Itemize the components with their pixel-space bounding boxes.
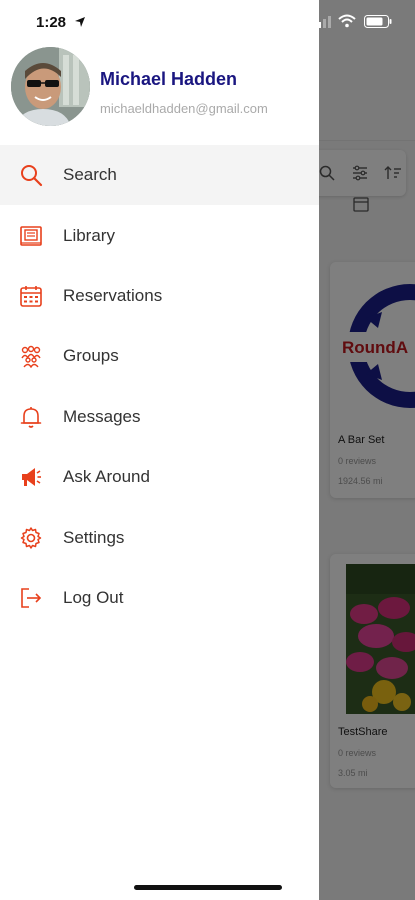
search-icon: [21, 165, 43, 187]
menu-label: Groups: [63, 346, 119, 366]
location-arrow-icon: [75, 17, 85, 27]
menu-item-messages[interactable]: Messages: [0, 387, 319, 447]
menu-item-groups[interactable]: Groups: [0, 326, 319, 386]
drawer-menu: Search Library Reservations Groups Messa…: [0, 145, 319, 628]
avatar[interactable]: [11, 47, 90, 126]
bell-icon: [20, 406, 42, 428]
menu-label: Library: [63, 225, 115, 245]
status-bar: 1:28: [0, 0, 415, 44]
navigation-drawer: Michael Hadden michaeldhadden@gmail.com …: [0, 0, 319, 900]
groups-icon: [21, 346, 41, 369]
menu-item-log-out[interactable]: Log Out: [0, 568, 319, 628]
battery-icon: [364, 15, 392, 28]
wifi-icon: [338, 14, 356, 28]
menu-label: Log Out: [63, 587, 124, 607]
menu-label: Reservations: [63, 285, 163, 305]
user-name[interactable]: Michael Hadden: [100, 69, 237, 90]
library-icon: [20, 225, 42, 246]
menu-label: Messages: [63, 406, 141, 426]
menu-label: Settings: [63, 527, 125, 547]
calendar-icon: [20, 285, 42, 307]
signal-icon: [313, 16, 331, 28]
avatar-photo: [11, 47, 90, 126]
gear-icon: [20, 526, 42, 549]
menu-item-reservations[interactable]: Reservations: [0, 266, 319, 326]
status-time: 1:28: [36, 14, 67, 31]
menu-item-search[interactable]: Search: [0, 145, 319, 206]
user-email: michaeldhadden@gmail.com: [100, 101, 268, 116]
logout-icon: [21, 588, 42, 608]
menu-label: Ask Around: [63, 467, 150, 487]
menu-item-settings[interactable]: Settings: [0, 507, 319, 567]
menu-item-ask-around[interactable]: Ask Around: [0, 447, 319, 507]
home-indicator[interactable]: [134, 885, 282, 890]
menu-item-library[interactable]: Library: [0, 205, 319, 265]
megaphone-icon: [22, 468, 41, 487]
menu-label: Search: [63, 165, 117, 185]
